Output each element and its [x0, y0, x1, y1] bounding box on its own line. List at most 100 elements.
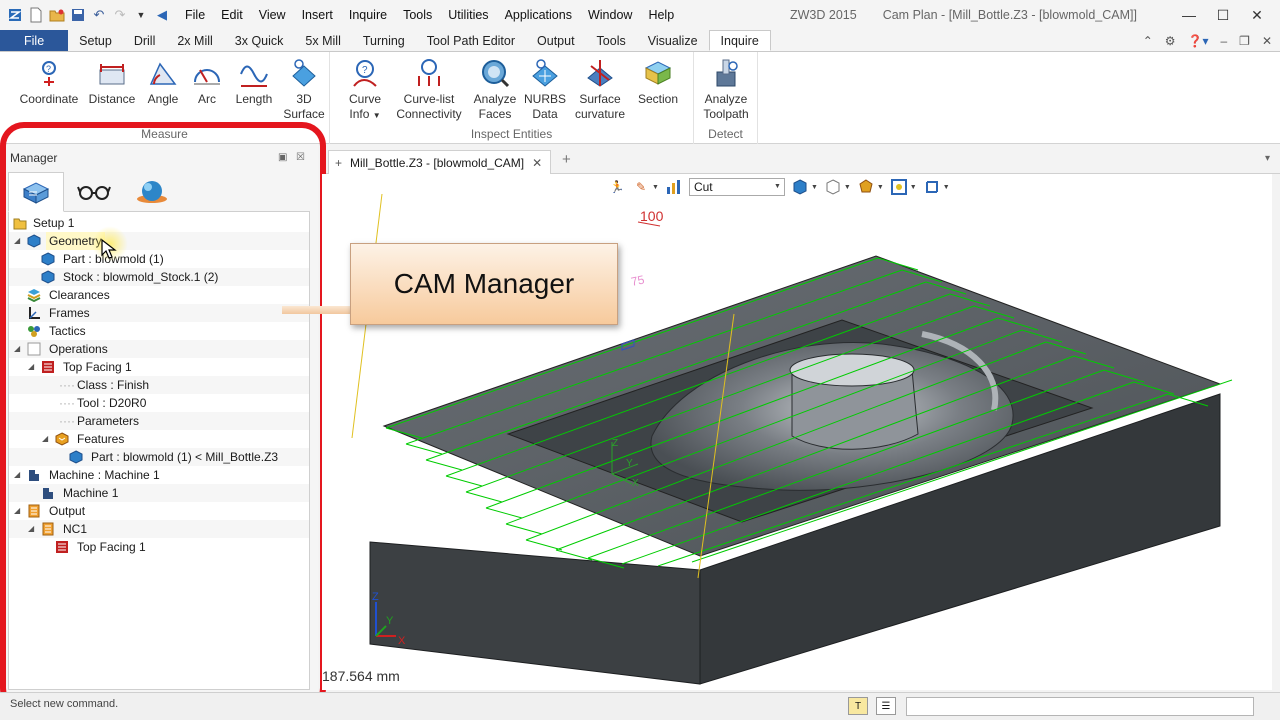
filter-person-icon[interactable]: 🏃: [608, 178, 626, 196]
facing-op-icon: [55, 540, 69, 554]
tab-file[interactable]: File: [0, 30, 69, 51]
tree-item-machine-1[interactable]: Machine 1: [9, 484, 309, 502]
cam-manager-tab[interactable]: [8, 172, 64, 212]
list-view-icon[interactable]: ☰: [876, 697, 896, 715]
menu-applications[interactable]: Applications: [497, 0, 580, 30]
panel-close-icon[interactable]: ☒: [296, 152, 305, 163]
tree-item-stock[interactable]: Stock : blowmold_Stock.1 (2): [9, 268, 309, 286]
wireframe-cube-icon[interactable]: [824, 178, 842, 196]
tree-item-tactics[interactable]: Tactics: [9, 322, 309, 340]
qa-dropdown-icon[interactable]: ▼: [132, 6, 150, 24]
tab-2x-mill[interactable]: 2x Mill: [166, 30, 223, 51]
undo-icon[interactable]: ↶: [90, 6, 108, 24]
panel-pin-icon[interactable]: ▣: [278, 152, 287, 163]
app-logo-icon[interactable]: [6, 6, 24, 24]
tree-item-machine[interactable]: ◢ Machine : Machine 1: [9, 466, 309, 484]
tree-item-clearances[interactable]: Clearances: [9, 286, 309, 304]
settings-gear-icon[interactable]: ⚙: [1165, 30, 1176, 52]
new-file-icon[interactable]: [27, 6, 45, 24]
menu-insert[interactable]: Insert: [294, 0, 341, 30]
doc-minimize-icon[interactable]: –: [1220, 30, 1227, 52]
pick-filter-icon[interactable]: ✎: [632, 178, 650, 196]
expander-icon[interactable]: ◢: [28, 520, 38, 538]
menu-edit[interactable]: Edit: [213, 0, 251, 30]
tab-tool-path-editor[interactable]: Tool Path Editor: [416, 30, 526, 51]
document-tab-mill-bottle[interactable]: + Mill_Bottle.Z3 - [blowmold_CAM] ✕: [328, 150, 552, 174]
tree-item-operations[interactable]: ◢ Operations: [9, 340, 309, 358]
tab-inquire[interactable]: Inquire: [708, 30, 771, 51]
expander-icon[interactable]: ◢: [14, 502, 24, 520]
expander-icon[interactable]: ◢: [42, 430, 52, 448]
menu-window[interactable]: Window: [580, 0, 640, 30]
save-icon[interactable]: [69, 6, 87, 24]
curve-list-connectivity-button[interactable]: Curve-list Connectivity: [392, 56, 466, 122]
help-icon[interactable]: ❓▾: [1188, 30, 1209, 52]
back-arrow-icon[interactable]: ◀: [153, 6, 171, 24]
tab-tools[interactable]: Tools: [586, 30, 637, 51]
tab-setup[interactable]: Setup: [68, 30, 123, 51]
tree-item-parameters[interactable]: ···· Parameters: [9, 412, 309, 430]
text-mode-icon[interactable]: T: [848, 697, 868, 715]
tree-item-features[interactable]: ◢ Features: [9, 430, 309, 448]
redo-icon[interactable]: ↷: [111, 6, 129, 24]
doc-restore-icon[interactable]: ❐: [1239, 30, 1250, 52]
tree-item-feature-part[interactable]: Part : blowmold (1) < Mill_Bottle.Z3: [9, 448, 309, 466]
distance-button[interactable]: Distance: [84, 56, 140, 107]
shaded-cube-icon[interactable]: [791, 178, 809, 196]
tree-item-nc1[interactable]: ◢ NC1: [9, 520, 309, 538]
tree-item-geometry[interactable]: ◢ Geometry: [9, 232, 309, 250]
close-icon[interactable]: ✕: [1240, 0, 1274, 30]
menu-tools[interactable]: Tools: [395, 0, 440, 30]
tab-close-icon[interactable]: ✕: [532, 156, 542, 170]
new-tab-icon[interactable]: +: [562, 151, 571, 168]
menu-utilities[interactable]: Utilities: [440, 0, 496, 30]
filter-select[interactable]: Cut: [688, 178, 785, 196]
expander-icon[interactable]: ◢: [14, 232, 24, 250]
tree-item-nc-top-facing-1[interactable]: Top Facing 1: [9, 538, 309, 556]
arc-button[interactable]: Arc: [186, 56, 228, 107]
tab-drill[interactable]: Drill: [123, 30, 167, 51]
tree-item-tool[interactable]: ···· Tool : D20R0: [9, 394, 309, 412]
section-button[interactable]: Section: [632, 56, 684, 107]
minimize-icon[interactable]: —: [1172, 0, 1206, 30]
menu-help[interactable]: Help: [640, 0, 682, 30]
surface-curvature-button[interactable]: Surface curvature: [570, 56, 630, 122]
tree-item-part[interactable]: Part : blowmold (1): [9, 250, 309, 268]
view-orient-icon[interactable]: [923, 178, 941, 196]
maximize-icon[interactable]: ☐: [1206, 0, 1240, 30]
menu-view[interactable]: View: [251, 0, 294, 30]
expander-icon[interactable]: ◢: [14, 466, 24, 484]
curve-info-button[interactable]: ? Curve Info ▼: [342, 56, 388, 123]
doc-close-icon[interactable]: ✕: [1262, 30, 1272, 52]
tree-item-class[interactable]: ···· Class : Finish: [9, 376, 309, 394]
tab-list-icon[interactable]: ▾: [1265, 153, 1270, 164]
render-tab[interactable]: [124, 172, 180, 212]
tab-5x-mill[interactable]: 5x Mill: [294, 30, 351, 51]
expander-icon[interactable]: ◢: [14, 340, 24, 358]
tree-item-setup[interactable]: Setup 1: [9, 214, 309, 232]
tab-3x-quick[interactable]: 3x Quick: [224, 30, 295, 51]
tree-item-top-facing-1[interactable]: ◢ Top Facing 1: [9, 358, 309, 376]
expander-icon[interactable]: ◢: [28, 358, 38, 376]
length-button[interactable]: Length: [228, 56, 280, 107]
menu-file[interactable]: File: [177, 0, 213, 30]
command-input[interactable]: [906, 697, 1254, 716]
menu-inquire[interactable]: Inquire: [341, 0, 395, 30]
open-folder-icon[interactable]: [48, 6, 66, 24]
coordinate-button[interactable]: ? Coordinate: [16, 56, 82, 107]
angle-button[interactable]: Angle: [140, 56, 186, 107]
3d-surface-button[interactable]: 3D Surface: [280, 56, 328, 122]
collapse-ribbon-icon[interactable]: ⌃: [1143, 30, 1153, 52]
render-mode-icon[interactable]: [857, 178, 875, 196]
filter-bars-icon[interactable]: [665, 178, 683, 196]
visibility-tab[interactable]: [66, 172, 122, 212]
nurbs-data-button[interactable]: NURBS Data: [522, 56, 568, 122]
tree-item-frames[interactable]: Frames: [9, 304, 309, 322]
tab-visualize[interactable]: Visualize: [637, 30, 709, 51]
tab-output[interactable]: Output: [526, 30, 586, 51]
analyze-toolpath-button[interactable]: Analyze Toolpath: [698, 56, 754, 122]
analyze-faces-button[interactable]: Analyze Faces: [470, 56, 520, 122]
tree-item-output[interactable]: ◢ Output: [9, 502, 309, 520]
tab-turning[interactable]: Turning: [352, 30, 416, 51]
view-fit-icon[interactable]: [890, 178, 908, 196]
